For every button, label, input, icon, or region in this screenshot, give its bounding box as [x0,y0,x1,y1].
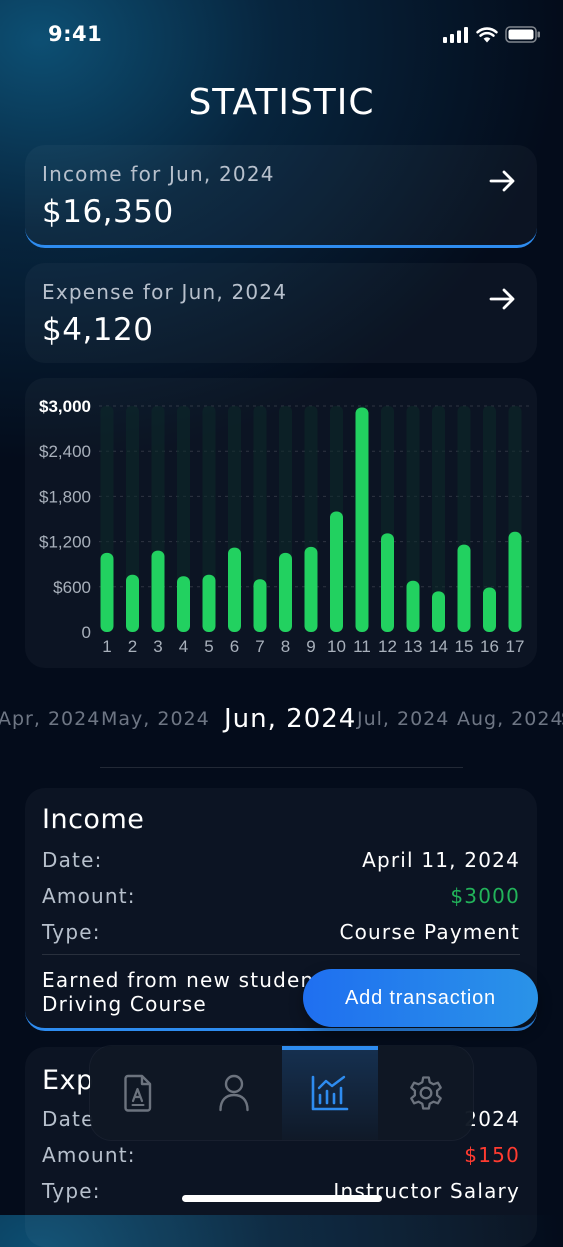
status-icons [443,26,541,43]
status-time: 9:41 [48,22,103,46]
x-tick-label: 14 [429,637,448,656]
date-value: April 11, 2024 [362,848,520,872]
month-item[interactable]: Jul, 2024 [357,708,449,730]
chart-bar[interactable] [483,587,496,632]
arrow-right-icon[interactable] [489,169,517,193]
date-label: Date [42,1107,95,1131]
y-tick-label: $1,800 [39,487,91,506]
amount-label: Amount: [42,1143,136,1167]
type-value: Course Payment [339,920,520,944]
add-transaction-button[interactable]: Add transaction [303,969,538,1027]
chart-bar[interactable] [406,580,420,632]
chart-bar[interactable] [508,531,522,632]
battery-icon [505,26,540,43]
chart-bar[interactable] [330,511,343,632]
chart-bar[interactable] [279,552,292,632]
x-tick-label: 7 [255,637,264,656]
x-tick-label: 12 [378,637,397,656]
x-tick-label: 4 [179,637,188,656]
chart-bar[interactable] [202,574,216,632]
statistics-icon [311,1075,349,1111]
x-tick-label: 9 [306,637,315,656]
x-tick-label: 11 [353,637,371,656]
x-tick-label: 6 [230,637,239,656]
type-label: Type: [42,920,101,944]
divider [100,767,463,768]
x-tick-label: 5 [204,637,213,656]
y-tick-label: $3,000 [39,397,91,416]
transaction-note: Earned from new studen Driving Course [42,968,342,1016]
type-label: Type: [42,1179,101,1203]
tab-statistics[interactable] [282,1046,378,1140]
profile-icon [219,1074,249,1112]
tab-reports[interactable] [90,1046,186,1140]
x-tick-label: 3 [153,637,162,656]
transaction-title: Income [42,804,145,835]
month-selector[interactable]: Apr, 2024 May, 2024 Jun, 2024 Jul, 2024 … [0,702,563,738]
month-item-selected[interactable]: Jun, 2024 [224,704,356,734]
wifi-icon [476,26,498,42]
signal-icon [443,26,468,43]
income-summary-label: Income for Jun, 2024 [42,162,275,186]
chart-bar[interactable] [151,550,165,632]
transaction-separator [42,954,520,955]
expense-summary-value: $4,120 [42,312,154,348]
note-line: Earned from new studen [42,968,315,992]
daily-chart: 0$600$1,200$1,800$2,400$3,0001 2 3 4 5 6 7 8 9 10… [39,397,530,656]
chart-bar[interactable] [228,547,241,632]
x-tick-label: 2 [128,637,137,656]
tab-bar [90,1046,473,1140]
report-icon [124,1074,152,1112]
chart-card: 0 $600 $1,200 $1,800 $2,400 $3,000 1 2 3 4 5 6 7 8 9 10… [25,378,537,668]
expense-summary-label: Expense for Jun, 2024 [42,280,288,304]
amount-label: Amount: [42,884,136,908]
page-title: STATISTIC [188,82,375,123]
expense-summary-card[interactable]: Expense for Jun, 2024 $4,120 [25,263,537,363]
y-tick-label: 0 [82,623,91,642]
x-tick-label: 1 [102,637,111,656]
settings-icon [410,1076,442,1110]
month-item[interactable]: May, 2024 [101,708,210,730]
chart-bar[interactable] [355,407,369,632]
income-summary-card[interactable]: Income for Jun, 2024 $16,350 [25,145,537,248]
chart-bar[interactable] [432,591,445,632]
y-tick-label: $1,200 [39,533,91,552]
x-tick-label: 17 [506,637,525,656]
chart-bar[interactable] [381,533,394,632]
x-tick-label: 16 [480,637,499,656]
chart-bar[interactable] [457,544,471,632]
y-tick-label: $2,400 [39,442,91,461]
arrow-right-icon[interactable] [489,287,517,311]
note-line: Driving Course [42,992,207,1016]
x-tick-label: 13 [404,637,423,656]
tab-settings[interactable] [378,1046,474,1140]
chart-bar[interactable] [126,574,139,632]
month-item[interactable]: Apr, 2024 [0,708,100,730]
y-tick-label: $600 [53,578,91,597]
amount-value: $3000 [450,884,520,908]
date-label: Date: [42,848,103,872]
chart-bar[interactable] [100,552,114,632]
tab-profile[interactable] [186,1046,282,1140]
chart-bar[interactable] [177,576,190,632]
chart-bar[interactable] [304,546,318,632]
home-indicator[interactable] [182,1195,382,1202]
amount-value: $150 [464,1143,520,1167]
x-tick-label: 15 [455,637,474,656]
x-tick-label: 8 [281,637,290,656]
x-tick-label: 10 [327,637,346,656]
month-item[interactable]: Aug, 2024 [457,708,563,730]
transaction-title: Exp [42,1065,94,1096]
income-summary-value: $16,350 [42,194,174,230]
status-bar: 9:41 [0,20,563,50]
chart-bar[interactable] [253,579,267,632]
